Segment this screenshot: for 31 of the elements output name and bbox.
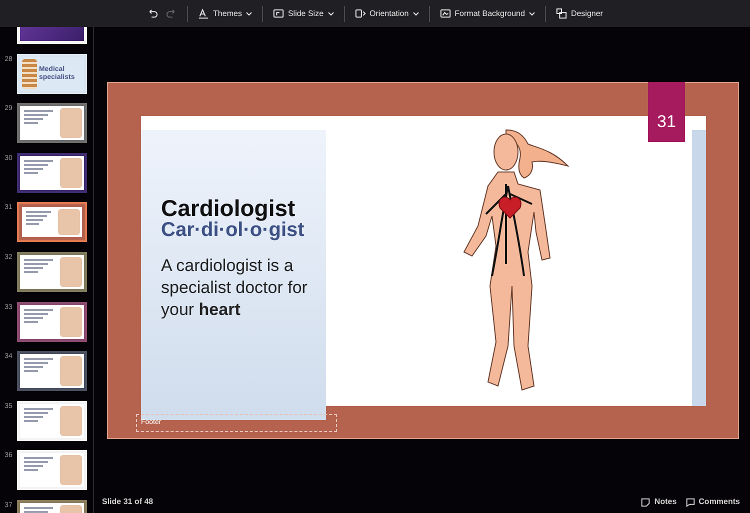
notes-button[interactable]: Notes xyxy=(636,496,681,508)
slide-thumbnail[interactable] xyxy=(17,302,87,342)
syllables-text: Car·di·ol·o·gist xyxy=(161,220,306,242)
slide-number-tag: 31 xyxy=(648,82,685,142)
caret-icon xyxy=(528,12,535,16)
background-button[interactable]: Format Background xyxy=(436,6,539,22)
text-style-icon xyxy=(198,8,210,19)
slide-thumbnail[interactable] xyxy=(17,103,87,144)
note-icon xyxy=(640,496,652,508)
caret-icon xyxy=(246,12,252,16)
comment-icon xyxy=(684,496,696,508)
size-button[interactable]: Slide Size xyxy=(268,6,338,22)
designer-button[interactable]: Designer xyxy=(552,6,607,22)
caret-icon xyxy=(412,12,419,16)
slide-position: Slide 31 of 48 xyxy=(102,496,154,508)
caret-icon xyxy=(328,12,334,16)
designer-icon xyxy=(556,8,567,19)
undo-icon xyxy=(147,8,158,19)
orientation-icon xyxy=(354,8,366,19)
resize-icon xyxy=(272,8,284,19)
body-text: A cardiologist is a specialist doctor for your heart xyxy=(161,255,308,320)
background-icon xyxy=(440,8,451,19)
comments-button[interactable]: Comments xyxy=(680,496,744,508)
redo-icon xyxy=(166,8,178,19)
slide-thumbnail[interactable] xyxy=(17,351,87,392)
slide-thumbnail[interactable] xyxy=(17,202,87,242)
slide-thumbnail[interactable] xyxy=(17,252,87,292)
slide-thumbnail[interactable] xyxy=(17,152,87,193)
slide-title: Cardiologist xyxy=(161,196,296,220)
orientation-button[interactable]: Orientation xyxy=(350,6,423,22)
themes-button[interactable]: Themes xyxy=(194,6,256,22)
